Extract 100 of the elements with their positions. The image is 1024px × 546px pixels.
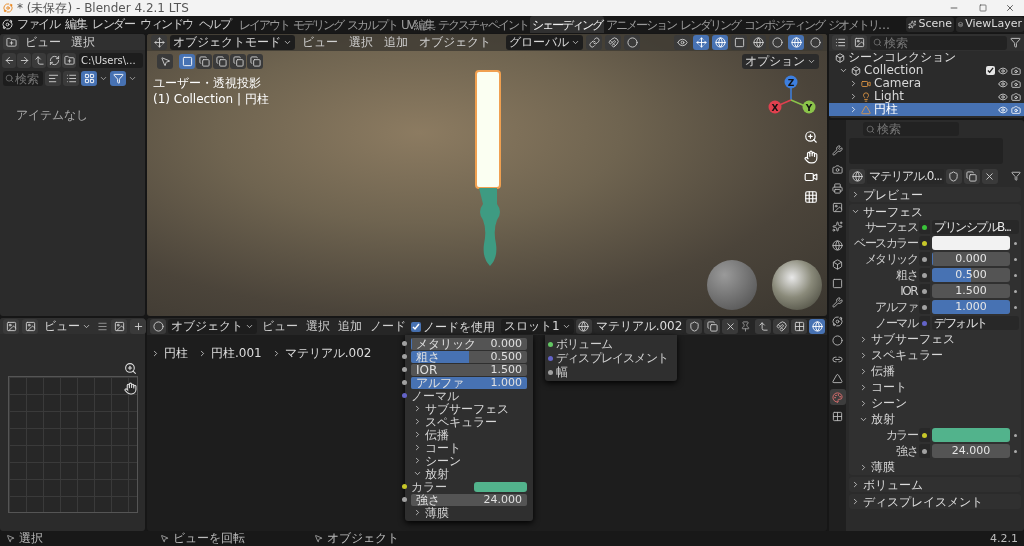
menu-item[interactable]: ファイル: [14, 17, 62, 32]
subpanel-header[interactable]: 薄膜: [859, 458, 895, 476]
options-dropdown[interactable]: オプション: [742, 54, 819, 69]
subpanel-header[interactable]: 薄膜: [413, 506, 449, 519]
subpanel-header[interactable]: コート: [859, 378, 907, 396]
status-hint: 選択: [19, 531, 43, 546]
menu-item[interactable]: ビュー: [21, 34, 65, 50]
axis-handle[interactable]: Z: [784, 75, 798, 89]
subpanel-header[interactable]: スペキュラー: [413, 415, 497, 428]
number-field[interactable]: 24.000: [932, 444, 1010, 458]
output-node[interactable]: ボリューム ディスプレイスメント 幅: [545, 335, 677, 381]
outliner-row[interactable]: Light: [829, 90, 1024, 103]
property-label: サーフェス: [863, 219, 917, 236]
workspace-tab[interactable]: レンダリング: [678, 16, 742, 33]
number-field[interactable]: IOR 1.500: [411, 363, 527, 376]
menu-item[interactable]: ビュー: [298, 35, 342, 50]
number-field[interactable]: 1.500: [932, 284, 1010, 298]
menu-item[interactable]: レンダー: [89, 17, 137, 32]
use-nodes-checkbox[interactable]: ノードを使用: [411, 318, 495, 336]
status-hint: オブジェクト: [327, 531, 399, 546]
menu-item[interactable]: ビュー: [259, 319, 301, 334]
menu-item[interactable]: ノード: [367, 319, 409, 334]
subpanel-header[interactable]: サブサーフェス: [413, 402, 509, 415]
slot-dropdown[interactable]: スロット1: [501, 319, 574, 334]
subpanel-header[interactable]: サブサーフェス: [859, 330, 955, 348]
status-hint: ビューを回転: [173, 531, 245, 546]
orientation-dropdown[interactable]: グローバル: [506, 35, 583, 50]
shader-type-dropdown[interactable]: オブジェクト: [168, 319, 257, 334]
subpanel-header[interactable]: シーン: [859, 394, 907, 412]
menu-item[interactable]: 追加: [335, 319, 365, 334]
version-label: 4.2.1: [990, 531, 1018, 546]
view-name-label: ユーザー・透視投影: [153, 75, 261, 92]
view-layer-selector[interactable]: ViewLayer: [956, 17, 1024, 32]
outliner-row[interactable]: 円柱: [829, 103, 1024, 116]
menu-item[interactable]: 選択: [303, 319, 333, 334]
socket-label: ボリューム: [556, 337, 612, 351]
axis-handle[interactable]: Y: [802, 100, 816, 114]
menu-item[interactable]: ヘルプ: [195, 17, 233, 32]
breadcrumb-item: マテリアル.002: [284, 345, 372, 362]
section-header[interactable]: ディスプレイスメント: [851, 494, 983, 509]
value-slider[interactable]: 0.500: [932, 268, 1010, 282]
subpanel-header[interactable]: 放射: [413, 467, 449, 480]
socket-label: 幅: [556, 365, 568, 379]
section-header[interactable]: ボリューム: [851, 477, 923, 492]
value-slider[interactable]: アルファ 1.000: [411, 376, 527, 389]
workspace-tab[interactable]: モデリング: [291, 16, 345, 33]
link-field[interactable]: プリンシプルB...: [932, 220, 1019, 234]
subpanel-header[interactable]: 放射: [859, 410, 895, 428]
bsdf-node[interactable]: メタリック 0.000 粗さ 0.500 IOR 1.500 アルファ 1.000 ノーマル サブサーフェス スペキュラー 伝播 コート シーン 放射 カラー 強さ 24.000 薄膜: [405, 335, 533, 521]
workspace-tab[interactable]: テクスチャペイント: [436, 16, 530, 33]
value-slider[interactable]: 粗さ 0.500: [411, 350, 527, 363]
subpanel-header[interactable]: コート: [413, 441, 461, 454]
socket-label: カラー: [411, 480, 447, 493]
workspace-tab[interactable]: スカルプト: [345, 16, 399, 33]
property-label: IOR: [899, 283, 917, 300]
menu-item[interactable]: 選択: [345, 35, 377, 50]
workspace-tab[interactable]: ジオメトリ…: [826, 16, 890, 33]
link-field[interactable]: デフォルト: [932, 316, 1019, 330]
subpanel-header[interactable]: シーン: [413, 454, 461, 467]
property-label: メタリック: [863, 251, 917, 268]
subpanel-header[interactable]: 伝播: [859, 362, 895, 380]
property-label: アルファ: [874, 299, 917, 316]
axis-handle[interactable]: X: [768, 100, 782, 114]
menu-item[interactable]: 追加: [380, 35, 412, 50]
property-label: 粗さ: [895, 267, 917, 284]
value-slider[interactable]: 0.000: [932, 252, 1010, 266]
menu-item[interactable]: オブジェクト: [415, 35, 495, 50]
section-header[interactable]: プレビュー: [851, 187, 923, 202]
material-name-field[interactable]: マテリアル.0...: [867, 168, 944, 184]
search-field[interactable]: 検索: [870, 35, 1007, 50]
path-field[interactable]: C:\Users\...: [79, 53, 143, 68]
outliner-row[interactable]: Collection: [829, 64, 1024, 77]
collection-info-label: (1) Collection | 円柱: [153, 91, 269, 108]
scene-collection-label: シーンコレクション: [848, 51, 956, 64]
value-slider[interactable]: メタリック 0.000: [411, 337, 527, 350]
mode-dropdown[interactable]: オブジェクトモード: [170, 35, 295, 50]
workspace-tab[interactable]: アニメーション: [604, 16, 678, 33]
workspace-tab[interactable]: UV編集: [399, 16, 436, 33]
outliner-row[interactable]: Camera: [829, 77, 1024, 90]
workspace-tab[interactable]: レイアウト: [237, 16, 291, 33]
menu-item[interactable]: 選択: [67, 34, 99, 50]
workspace-tab[interactable]: コンポジティング: [742, 16, 826, 33]
number-field[interactable]: 強さ 24.000: [411, 493, 527, 506]
empty-message: アイテムなし: [16, 107, 89, 124]
menu-item[interactable]: 編集: [62, 17, 89, 32]
scene-selector[interactable]: Scene: [906, 17, 954, 32]
menu-item[interactable]: ウィンドウ: [137, 17, 196, 32]
section-header[interactable]: サーフェス: [851, 204, 923, 219]
subpanel-header[interactable]: 伝播: [413, 428, 449, 441]
property-label: カラー: [884, 427, 917, 444]
property-label: ノーマル: [874, 315, 917, 332]
subpanel-header[interactable]: スペキュラー: [859, 346, 943, 364]
search-field[interactable]: 検索: [863, 122, 959, 136]
workspace-tab[interactable]: シェーディング: [530, 16, 604, 33]
value-slider[interactable]: 1.000: [932, 300, 1010, 314]
search-field[interactable]: 検索: [3, 71, 43, 86]
window-title: * (未保存) - Blender 4.2.1 LTS: [17, 0, 190, 16]
breadcrumb-item: 円柱: [164, 345, 188, 362]
material-name-field[interactable]: マテリアル.002: [593, 319, 685, 334]
socket-label: ノーマル: [411, 389, 459, 402]
